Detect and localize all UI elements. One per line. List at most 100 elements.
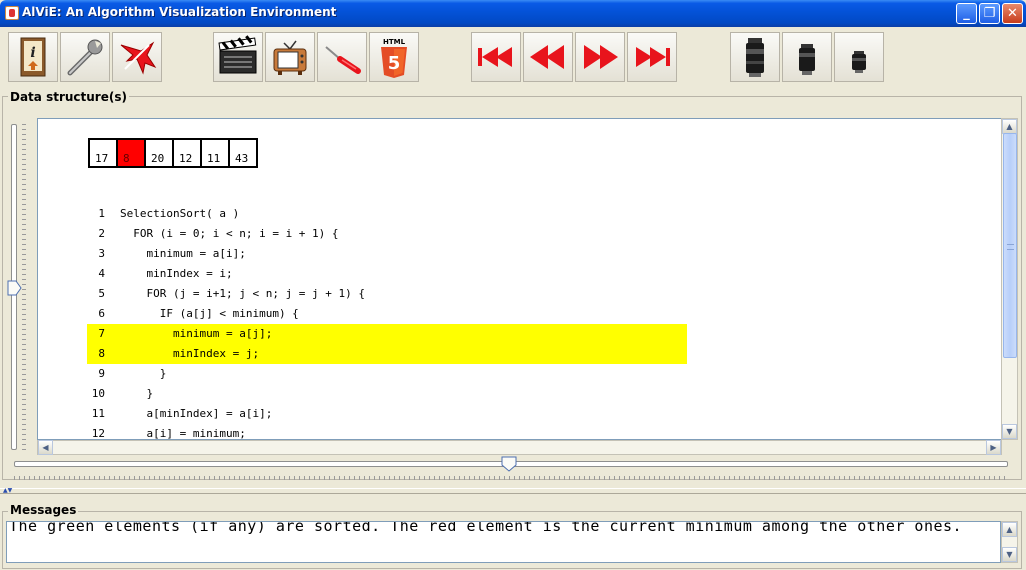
code-line: 3 minimum = a[i]; [87, 244, 687, 264]
scroll-up-icon[interactable]: ▲ [1002, 522, 1017, 537]
step-forward-button[interactable] [575, 32, 625, 82]
scroll-down-icon[interactable]: ▼ [1002, 424, 1017, 439]
screwdriver-icon [325, 46, 361, 74]
code-line: 6 IF (a[j] < minimum) { [87, 304, 687, 324]
code-line: 9 } [87, 364, 687, 384]
settings-button[interactable] [60, 32, 110, 82]
line-number: 4 [98, 267, 105, 280]
step-back-button[interactable] [523, 32, 573, 82]
array-view: 17 8 20 12 11 43 [88, 138, 258, 168]
code-line: 1 SelectionSort( a ) [87, 204, 687, 224]
scroll-right-icon[interactable]: ▶ [986, 440, 1001, 455]
code-line: 5 FOR (j = i+1; j < n; j = j + 1) { [87, 284, 687, 304]
view-button[interactable] [265, 32, 315, 82]
vertical-slider-thumb[interactable] [7, 280, 22, 296]
array-cell-value: 43 [235, 152, 249, 165]
line-number: 3 [98, 247, 105, 260]
messages-legend: Messages [8, 503, 79, 517]
timeline-slider-thumb[interactable] [501, 456, 517, 472]
animation-button[interactable] [213, 32, 263, 82]
first-step-icon [478, 47, 512, 67]
line-source: minimum = a[i]; [120, 247, 246, 260]
code-line: 4 minIndex = i; [87, 264, 687, 284]
line-number: 10 [91, 387, 105, 400]
zoom-small-button[interactable] [834, 32, 884, 82]
wrench-icon [67, 39, 103, 76]
canvas-vertical-scroll-thumb[interactable] [1003, 133, 1017, 358]
messages-text: The green elements (if any) are sorted. … [9, 521, 963, 535]
messages-text-area[interactable]: The green elements (if any) are sorted. … [6, 521, 1001, 563]
tools-icon [120, 41, 157, 75]
info-icon: i [20, 37, 46, 77]
html5-digit: 5 [388, 53, 401, 74]
last-step-icon [636, 47, 670, 67]
line-number: 9 [98, 367, 105, 380]
app-window: AlViE: An Algorithm Visualization Enviro… [0, 0, 1026, 570]
line-source: } [120, 387, 154, 400]
close-button[interactable]: ✕ [1002, 3, 1023, 24]
clapperboard-icon [218, 35, 257, 74]
array-cell-value: 20 [151, 152, 165, 165]
array-cell-current-minimum: 8 [116, 138, 146, 168]
timeline-slider-ticks [14, 476, 1008, 480]
scroll-left-icon[interactable]: ◀ [38, 440, 53, 455]
step-forward-icon [584, 45, 618, 69]
html5-label: HTML [383, 38, 406, 46]
line-source: SelectionSort( a ) [120, 207, 240, 220]
split-divider[interactable] [0, 488, 1026, 494]
zoom-lens-medium-icon [799, 44, 815, 75]
svg-text:i: i [30, 45, 35, 61]
window-title: AlViE: An Algorithm Visualization Enviro… [22, 5, 337, 19]
line-number: 11 [91, 407, 105, 420]
code-line-highlighted: 8 minIndex = j; [87, 344, 687, 364]
html5-icon: HTML 5 [381, 38, 407, 78]
code-line: 10 } [87, 384, 687, 404]
line-source: minIndex = j; [120, 347, 260, 360]
line-source: FOR (i = 0; i < n; i = i + 1) { [120, 227, 339, 240]
first-step-button[interactable] [471, 32, 521, 82]
canvas-horizontal-scrollbar[interactable]: ◀ ▶ [37, 440, 1002, 455]
zoom-medium-button[interactable] [782, 32, 832, 82]
line-source: IF (a[j] < minimum) { [120, 307, 299, 320]
array-cell-value: 17 [95, 152, 109, 165]
scroll-down-icon[interactable]: ▼ [1002, 547, 1017, 562]
title-bar[interactable]: AlViE: An Algorithm Visualization Enviro… [0, 0, 1026, 27]
edit-button[interactable] [317, 32, 367, 82]
last-step-button[interactable] [627, 32, 677, 82]
export-html5-button[interactable]: HTML 5 [369, 32, 419, 82]
array-cell: 17 [88, 138, 118, 168]
code-line: 2 FOR (i = 0; i < n; i = i + 1) { [87, 224, 687, 244]
array-cell: 43 [228, 138, 258, 168]
vertical-slider-ticks [22, 124, 26, 450]
data-structures-legend: Data structure(s) [8, 90, 129, 104]
step-back-icon [530, 45, 564, 69]
array-cell-value: 8 [123, 152, 130, 165]
array-cell: 12 [172, 138, 202, 168]
line-number: 8 [98, 347, 105, 360]
tv-icon [273, 40, 307, 75]
zoom-lens-large-icon [746, 38, 764, 77]
line-number: 2 [98, 227, 105, 240]
maximize-button[interactable]: ❐ [979, 3, 1000, 24]
line-number: 1 [98, 207, 105, 220]
zoom-lens-small-icon [852, 51, 866, 73]
messages-vertical-scrollbar[interactable]: ▲ ▼ [1001, 521, 1018, 563]
grip-icon [1007, 244, 1014, 250]
info-button[interactable]: i [8, 32, 58, 82]
toolbar: i HTML 5 [0, 28, 1026, 88]
line-number: 6 [98, 307, 105, 320]
canvas-vertical-scrollbar[interactable]: ▲ ▼ [1001, 118, 1018, 440]
minimize-button[interactable]: _ [956, 3, 977, 24]
line-number: 7 [98, 327, 105, 340]
zoom-large-button[interactable] [730, 32, 780, 82]
tools-button[interactable] [112, 32, 162, 82]
line-number: 5 [98, 287, 105, 300]
array-cell: 11 [200, 138, 230, 168]
scroll-up-icon[interactable]: ▲ [1002, 119, 1017, 134]
code-line-highlighted: 7 minimum = a[j]; [87, 324, 687, 344]
line-source: minimum = a[j]; [120, 327, 273, 340]
line-source: } [120, 367, 167, 380]
array-cell: 20 [144, 138, 174, 168]
divider-collapse-icon[interactable]: ▲▼ [3, 488, 12, 494]
line-source: FOR (j = i+1; j < n; j = j + 1) { [120, 287, 366, 300]
